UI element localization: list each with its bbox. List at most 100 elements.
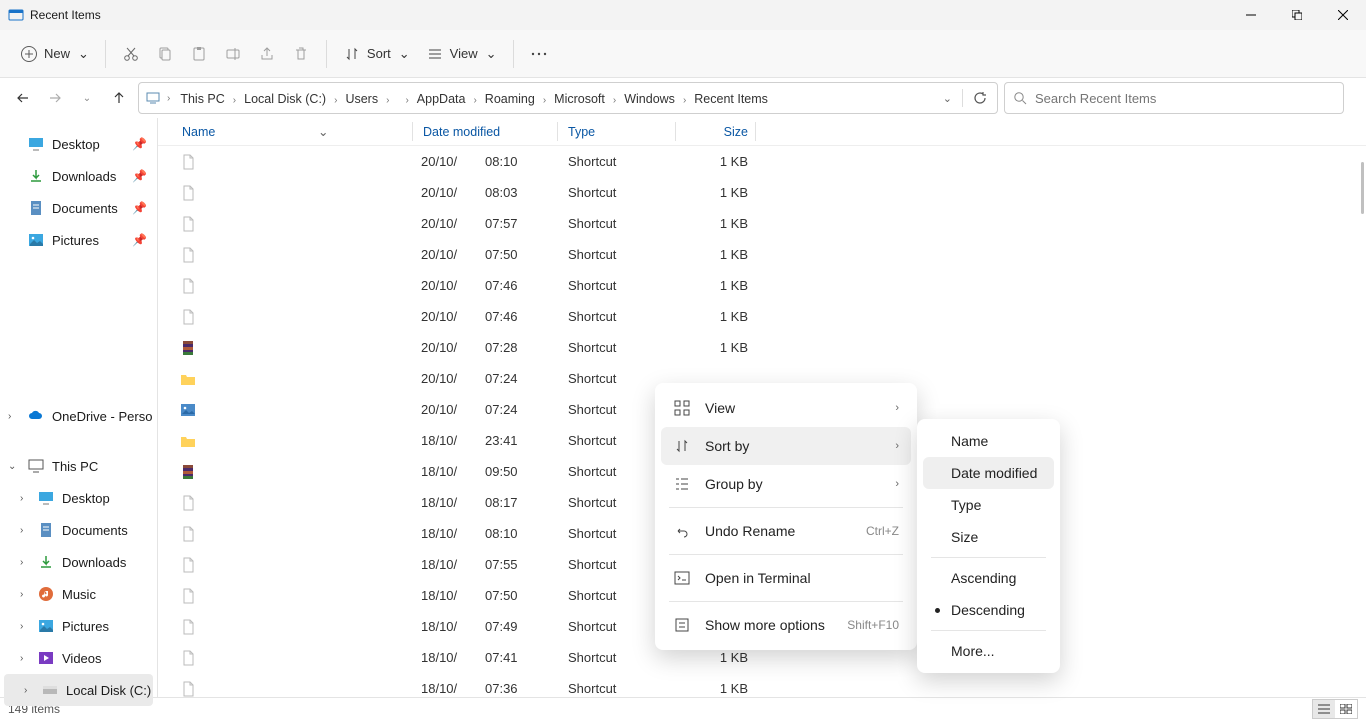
search-input[interactable]: [1035, 91, 1335, 106]
search-box[interactable]: [1004, 82, 1344, 114]
file-row[interactable]: 20/10/07:46Shortcut1 KB: [158, 301, 1366, 332]
chevron-down-icon: ⌄: [399, 46, 410, 62]
window-icon: [8, 7, 24, 23]
list-icon: [1318, 704, 1330, 714]
copy-icon: [156, 45, 174, 63]
arrow-right-icon: [48, 91, 62, 105]
ctx-sortby[interactable]: Sort by›: [661, 427, 911, 465]
rename-icon: [224, 45, 242, 63]
file-row[interactable]: 20/10/07:46Shortcut1 KB: [158, 270, 1366, 301]
sort-ascending[interactable]: Ascending: [923, 562, 1054, 594]
ctx-terminal[interactable]: Open in Terminal: [661, 559, 911, 597]
sidebar-item[interactable]: ›Music: [0, 578, 157, 610]
monitor-icon: [28, 458, 44, 474]
file-row[interactable]: 20/10/08:10Shortcut1 KB: [158, 146, 1366, 177]
rename-button[interactable]: [216, 38, 250, 70]
pin-icon: 📌: [132, 233, 147, 247]
breadcrumb-segment[interactable]: Roaming: [481, 92, 539, 106]
undo-icon: [673, 523, 691, 539]
breadcrumb-segment[interactable]: Local Disk (C:): [240, 92, 330, 106]
back-button[interactable]: [10, 85, 36, 111]
column-date[interactable]: Date modified: [413, 118, 558, 145]
file-row[interactable]: 20/10/07:57Shortcut1 KB: [158, 208, 1366, 239]
sidebar: Desktop📌Downloads📌Documents📌Pictures📌 › …: [0, 118, 158, 697]
sidebar-item[interactable]: Desktop📌: [0, 128, 157, 160]
sidebar-item[interactable]: Pictures📌: [0, 224, 157, 256]
cut-button[interactable]: [114, 38, 148, 70]
file-row[interactable]: 20/10/08:03Shortcut1 KB: [158, 177, 1366, 208]
more-options-icon: [673, 617, 691, 633]
address-bar[interactable]: › This PC›Local Disk (C:)›Users››AppData…: [138, 82, 998, 114]
copy-button[interactable]: [148, 38, 182, 70]
file-row[interactable]: 18/10/07:36Shortcut1 KB: [158, 673, 1366, 697]
sidebar-item[interactable]: ›Desktop: [0, 482, 157, 514]
sort-name[interactable]: Name: [923, 425, 1054, 457]
paste-button[interactable]: [182, 38, 216, 70]
breadcrumb-segment[interactable]: AppData: [413, 92, 470, 106]
breadcrumb-segment[interactable]: Recent Items: [690, 92, 772, 106]
more-button[interactable]: [522, 38, 556, 70]
recent-dropdown[interactable]: ⌄: [74, 85, 100, 111]
breadcrumb-segment[interactable]: Users: [341, 92, 382, 106]
nav-row: ⌄ › This PC›Local Disk (C:)›Users››AppDa…: [0, 78, 1366, 118]
ctx-more-options[interactable]: Show more optionsShift+F10: [661, 606, 911, 644]
details-view-button[interactable]: [1313, 700, 1335, 718]
arrow-left-icon: [16, 91, 30, 105]
ctx-groupby[interactable]: Group by›: [661, 465, 911, 503]
chevron-right-icon: ›: [163, 93, 174, 104]
breadcrumb-segment[interactable]: Windows: [620, 92, 679, 106]
minimize-button[interactable]: [1228, 0, 1274, 30]
sort-icon: [343, 45, 361, 63]
sort-date[interactable]: Date modified: [923, 457, 1054, 489]
chevron-down-icon: ⌄: [486, 46, 497, 62]
sort-more[interactable]: More...: [923, 635, 1054, 667]
chevron-right-icon: ›: [24, 685, 27, 696]
sort-button[interactable]: Sort ⌄: [335, 38, 418, 70]
sort-type[interactable]: Type: [923, 489, 1054, 521]
sidebar-thispc[interactable]: ⌄ This PC: [0, 450, 157, 482]
sidebar-onedrive[interactable]: › OneDrive - Perso: [0, 400, 157, 432]
file-row[interactable]: 20/10/07:28Shortcut1 KB: [158, 332, 1366, 363]
toolbar-divider: [513, 40, 514, 68]
ctx-view[interactable]: View›: [661, 389, 911, 427]
column-type[interactable]: Type: [558, 118, 676, 145]
sidebar-item[interactable]: ›Documents: [0, 514, 157, 546]
share-button[interactable]: [250, 38, 284, 70]
column-size[interactable]: Size: [676, 118, 756, 145]
close-button[interactable]: [1320, 0, 1366, 30]
sidebar-item[interactable]: ›Videos: [0, 642, 157, 674]
sidebar-item[interactable]: Documents📌: [0, 192, 157, 224]
sidebar-item[interactable]: ›Pictures: [0, 610, 157, 642]
sidebar-item[interactable]: ›Local Disk (C:): [4, 674, 153, 706]
context-menu: View› Sort by› Group by› Undo RenameCtrl…: [655, 383, 917, 650]
chevron-right-icon: ›: [679, 95, 690, 106]
refresh-icon[interactable]: [973, 91, 987, 105]
forward-button[interactable]: [42, 85, 68, 111]
delete-button[interactable]: [284, 38, 318, 70]
bullet-icon: [935, 608, 940, 613]
file-row[interactable]: 20/10/07:50Shortcut1 KB: [158, 239, 1366, 270]
arrow-up-icon: [112, 91, 126, 105]
new-button[interactable]: New ⌄: [12, 38, 97, 70]
up-button[interactable]: [106, 85, 132, 111]
breadcrumb-segment[interactable]: Microsoft: [550, 92, 609, 106]
plus-icon: [20, 45, 38, 63]
breadcrumb-segment[interactable]: This PC: [176, 92, 228, 106]
scrollbar[interactable]: [1361, 162, 1364, 214]
tiles-view-button[interactable]: [1335, 700, 1357, 718]
column-name[interactable]: Name⌄: [158, 118, 413, 145]
sidebar-item[interactable]: Downloads📌: [0, 160, 157, 192]
sort-descending[interactable]: Descending: [923, 594, 1054, 626]
sidebar-item[interactable]: ›Downloads: [0, 546, 157, 578]
ctx-undo[interactable]: Undo RenameCtrl+Z: [661, 512, 911, 550]
view-icon: [673, 400, 691, 416]
chevron-right-icon: ›: [895, 478, 899, 490]
chevron-right-icon: ›: [20, 621, 23, 632]
maximize-button[interactable]: [1274, 0, 1320, 30]
chevron-down-icon[interactable]: ⌄: [943, 92, 952, 105]
sort-label: Sort: [367, 46, 391, 61]
sort-size[interactable]: Size: [923, 521, 1054, 553]
chevron-right-icon: ›: [895, 402, 899, 414]
view-button[interactable]: View ⌄: [418, 38, 505, 70]
titlebar: Recent Items: [0, 0, 1366, 30]
